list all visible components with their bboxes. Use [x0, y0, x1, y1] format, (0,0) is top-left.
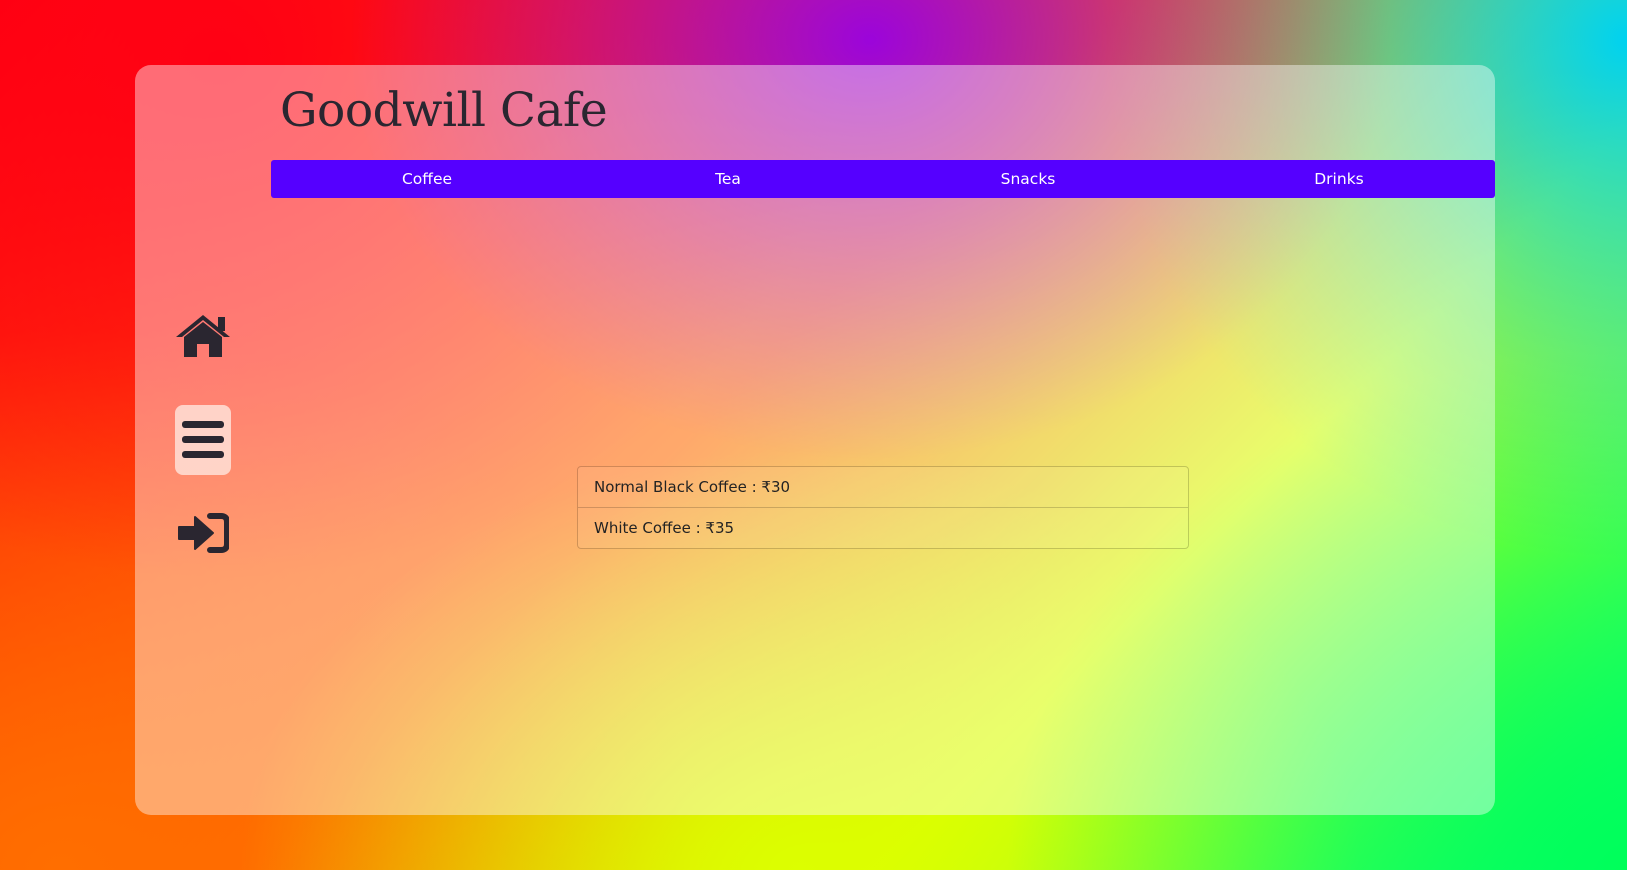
- main-card: Goodwill Cafe Coffee Tea Snacks Drinks N…: [135, 65, 1495, 815]
- menu-icon: [182, 421, 224, 458]
- nav-item-tea[interactable]: Tea: [715, 160, 741, 198]
- coffee-menu-list: Normal Black Coffee : ₹30 White Coffee :…: [577, 466, 1189, 549]
- nav-item-coffee[interactable]: Coffee: [402, 160, 452, 198]
- nav-item-drinks[interactable]: Drinks: [1314, 160, 1364, 198]
- login-icon: [178, 513, 229, 553]
- login-button[interactable]: [175, 498, 231, 568]
- home-button[interactable]: [175, 301, 231, 371]
- nav-item-snacks[interactable]: Snacks: [1001, 160, 1056, 198]
- menu-item-white-coffee[interactable]: White Coffee : ₹35: [578, 507, 1188, 548]
- menu-button[interactable]: [175, 405, 231, 475]
- menu-item-normal-black-coffee[interactable]: Normal Black Coffee : ₹30: [578, 467, 1188, 507]
- home-icon: [176, 315, 230, 357]
- category-navbar: Coffee Tea Snacks Drinks: [271, 160, 1495, 198]
- page-title: Goodwill Cafe: [280, 83, 608, 138]
